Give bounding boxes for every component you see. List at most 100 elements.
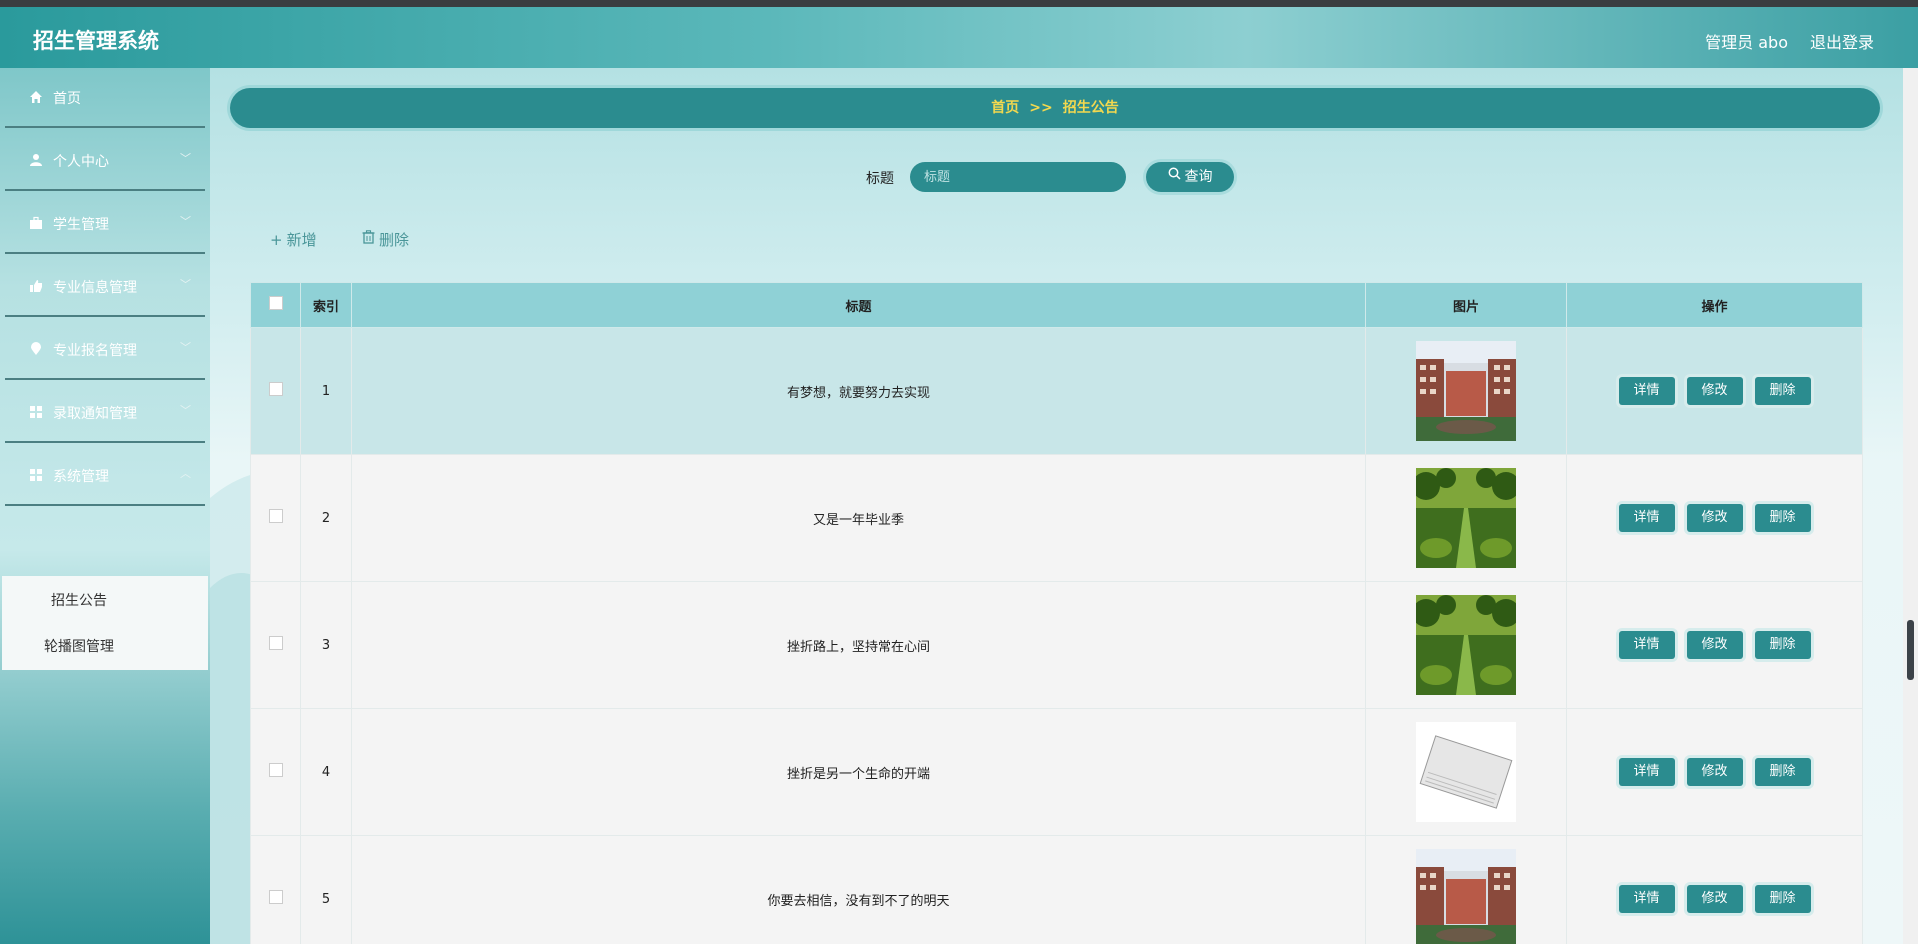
submenu-item-label: 招生公告 (51, 593, 107, 609)
row-title: 有梦想，就要努力去实现 (351, 327, 1366, 455)
detail-button[interactable]: 详情 (1618, 885, 1675, 913)
chevron-down-icon: ﹀ (180, 215, 191, 228)
select-all-checkbox[interactable] (268, 296, 283, 310)
search-button-label: 查询 (1184, 169, 1213, 185)
row-index: 3 (300, 581, 352, 709)
column-header-title: 标题 (351, 282, 1366, 328)
chevron-down-icon: ﹀ (180, 341, 191, 354)
green-tree-path-photo (1412, 595, 1520, 695)
edit-button[interactable]: 修改 (1686, 631, 1743, 659)
top-header: 招生管理系统 管理员 abo 退出登录 (0, 7, 1918, 68)
row-checkbox[interactable] (268, 382, 283, 396)
submenu-item-carousel-management[interactable]: 轮播图管理 (2, 622, 208, 668)
location-pin-icon (29, 342, 43, 356)
delete-button[interactable]: 删除 (1754, 885, 1811, 913)
sidebar-item-student-management[interactable]: 学生管理 ﹀ (5, 194, 205, 254)
breadcrumb-home[interactable]: 首页 (991, 100, 1019, 116)
sidebar-item-label: 系统管理 (53, 469, 109, 485)
row-operations: 详情 修改 删除 (1566, 708, 1863, 836)
sidebar-item-major-info[interactable]: 专业信息管理 ﹀ (5, 257, 205, 317)
sidebar-item-label: 录取通知管理 (53, 406, 137, 422)
title-search-input[interactable] (910, 162, 1126, 192)
page-scrollbar[interactable] (1903, 68, 1918, 944)
delete-button[interactable]: 删除 (1754, 758, 1811, 786)
grid-icon (29, 405, 43, 419)
chevron-down-icon: ﹀ (180, 278, 191, 291)
table-row[interactable]: 4 挫折是另一个生命的开端 详情 修改 删除 (250, 708, 1863, 836)
search-label: 标题 (866, 171, 894, 187)
breadcrumb: 首页 >> 招生公告 (230, 88, 1880, 128)
row-operations: 详情 修改 删除 (1566, 327, 1863, 455)
scrollbar-thumb[interactable] (1907, 620, 1914, 680)
row-index: 1 (300, 327, 352, 455)
search-button[interactable]: 查询 (1146, 162, 1234, 192)
logout-link[interactable]: 退出登录 (1810, 29, 1874, 53)
campus-building-photo (1416, 849, 1516, 944)
edit-button[interactable]: 修改 (1686, 758, 1743, 786)
sidebar-item-label: 个人中心 (53, 154, 109, 170)
delete-button-label: 删除 (379, 231, 410, 249)
delete-button[interactable]: 删除 (1754, 504, 1811, 532)
home-icon (29, 90, 43, 104)
add-button[interactable]: + 新增 (270, 229, 317, 250)
user-icon (29, 153, 43, 167)
chevron-up-icon: ︿ (180, 467, 191, 480)
sidebar-item-label: 学生管理 (53, 217, 109, 233)
row-index: 4 (300, 708, 352, 836)
row-operations: 详情 修改 删除 (1566, 835, 1863, 944)
detail-button[interactable]: 详情 (1618, 758, 1675, 786)
app-title: 招生管理系统 (33, 29, 159, 53)
breadcrumb-separator: >> (1029, 100, 1053, 116)
column-header-operation: 操作 (1566, 282, 1863, 328)
row-operations: 详情 修改 删除 (1566, 454, 1863, 582)
sidebar-item-home[interactable]: 首页 (5, 68, 205, 128)
sidebar: 首页 个人中心 ﹀ 学生管理 ﹀ 专业信息管理 ﹀ 专业报名管理 ﹀ 录取通知管… (0, 68, 210, 944)
row-checkbox[interactable] (268, 509, 283, 523)
edit-button[interactable]: 修改 (1686, 885, 1743, 913)
row-operations: 详情 修改 删除 (1566, 581, 1863, 709)
edit-button[interactable]: 修改 (1686, 377, 1743, 405)
column-header-image: 图片 (1365, 282, 1567, 328)
news-newspaper-image (1416, 722, 1516, 822)
batch-delete-button[interactable]: 删除 (362, 229, 409, 250)
briefcase-icon (29, 216, 43, 230)
grid-icon (29, 468, 43, 482)
table-row[interactable]: 3 挫折路上，坚持常在心间 详情 修改 删除 (250, 581, 1863, 709)
thumbs-up-icon (29, 279, 43, 293)
add-button-label: 新增 (286, 231, 317, 249)
delete-button[interactable]: 删除 (1754, 377, 1811, 405)
row-checkbox[interactable] (268, 763, 283, 777)
column-header-index: 索引 (300, 282, 352, 328)
detail-button[interactable]: 详情 (1618, 504, 1675, 532)
sidebar-item-system-management[interactable]: 系统管理 ︿ (5, 446, 205, 506)
edit-button[interactable]: 修改 (1686, 504, 1743, 532)
row-checkbox[interactable] (268, 890, 283, 904)
main-content: 首页 >> 招生公告 标题 查询 +新增 删除 索引 标题 图片 操作 1 (210, 68, 1903, 944)
sidebar-item-label: 专业信息管理 (53, 280, 137, 296)
row-title: 又是一年毕业季 (351, 454, 1366, 582)
chevron-down-icon: ﹀ (180, 404, 191, 417)
row-checkbox[interactable] (268, 636, 283, 650)
detail-button[interactable]: 详情 (1618, 631, 1675, 659)
row-index: 2 (300, 454, 352, 582)
trash-icon (362, 230, 375, 248)
sidebar-item-admission-notice[interactable]: 录取通知管理 ﹀ (5, 383, 205, 443)
sidebar-item-label: 专业报名管理 (53, 343, 137, 359)
table-row[interactable]: 2 又是一年毕业季 详情 修改 删除 (250, 454, 1863, 582)
table-header-row: 索引 标题 图片 操作 (250, 282, 1863, 328)
detail-button[interactable]: 详情 (1618, 377, 1675, 405)
submenu-item-label: 轮播图管理 (44, 639, 114, 655)
chevron-down-icon: ﹀ (180, 152, 191, 165)
campus-building-photo (1416, 341, 1516, 441)
row-title: 挫折是另一个生命的开端 (351, 708, 1366, 836)
search-icon (1168, 161, 1181, 191)
announcement-table: 索引 标题 图片 操作 1 有梦想，就要努力去实现 详情 修改 删除 2 又是一… (250, 282, 1863, 944)
select-all-header (250, 282, 301, 328)
table-row[interactable]: 5 你要去相信，没有到不了的明天 详情 修改 删除 (250, 835, 1863, 944)
table-row[interactable]: 1 有梦想，就要努力去实现 详情 修改 删除 (250, 327, 1863, 455)
sidebar-item-personal-center[interactable]: 个人中心 ﹀ (5, 131, 205, 191)
sidebar-item-major-registration[interactable]: 专业报名管理 ﹀ (5, 320, 205, 380)
delete-button[interactable]: 删除 (1754, 631, 1811, 659)
submenu-item-admission-announcement[interactable]: 招生公告 (2, 576, 208, 622)
green-tree-path-photo (1412, 468, 1520, 568)
